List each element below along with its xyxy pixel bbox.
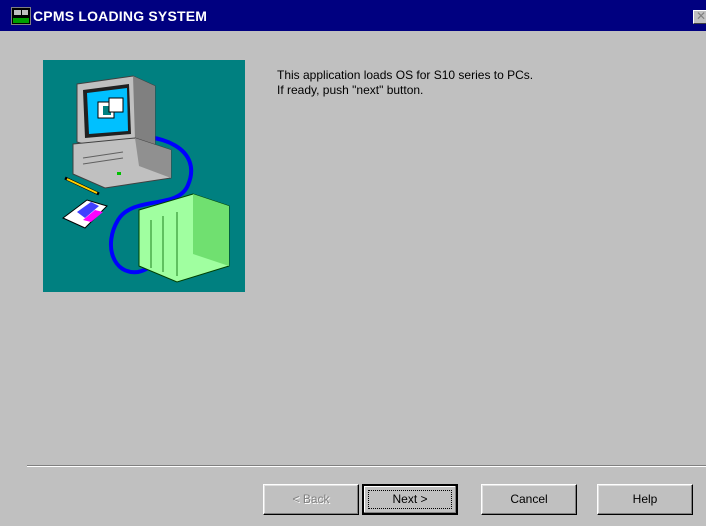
- wizard-message: This application loads OS for S10 series…: [277, 68, 533, 98]
- back-button-label: < Back: [292, 492, 330, 506]
- next-button[interactable]: Next >: [362, 484, 458, 515]
- close-icon: ✕: [695, 9, 706, 23]
- message-line-2: If ready, push "next" button.: [277, 83, 424, 97]
- button-separator-highlight: [27, 466, 706, 467]
- help-button[interactable]: Help: [597, 484, 693, 515]
- cancel-button[interactable]: Cancel: [481, 484, 577, 515]
- app-icon[interactable]: [11, 7, 31, 25]
- wizard-window: CPMS LOADING SYSTEM ✕ This application l…: [0, 0, 706, 526]
- cancel-button-label: Cancel: [510, 492, 548, 506]
- pc-and-controller-illustration: [43, 60, 245, 292]
- title-bar[interactable]: CPMS LOADING SYSTEM ✕: [0, 0, 706, 31]
- help-button-label: Help: [632, 492, 658, 506]
- window-title: CPMS LOADING SYSTEM: [33, 8, 208, 24]
- message-line-1: This application loads OS for S10 series…: [277, 68, 534, 82]
- back-button[interactable]: < Back: [263, 484, 359, 515]
- close-button[interactable]: ✕: [693, 10, 706, 24]
- next-button-label: Next >: [392, 492, 428, 506]
- illustration-graphic: [62, 75, 230, 283]
